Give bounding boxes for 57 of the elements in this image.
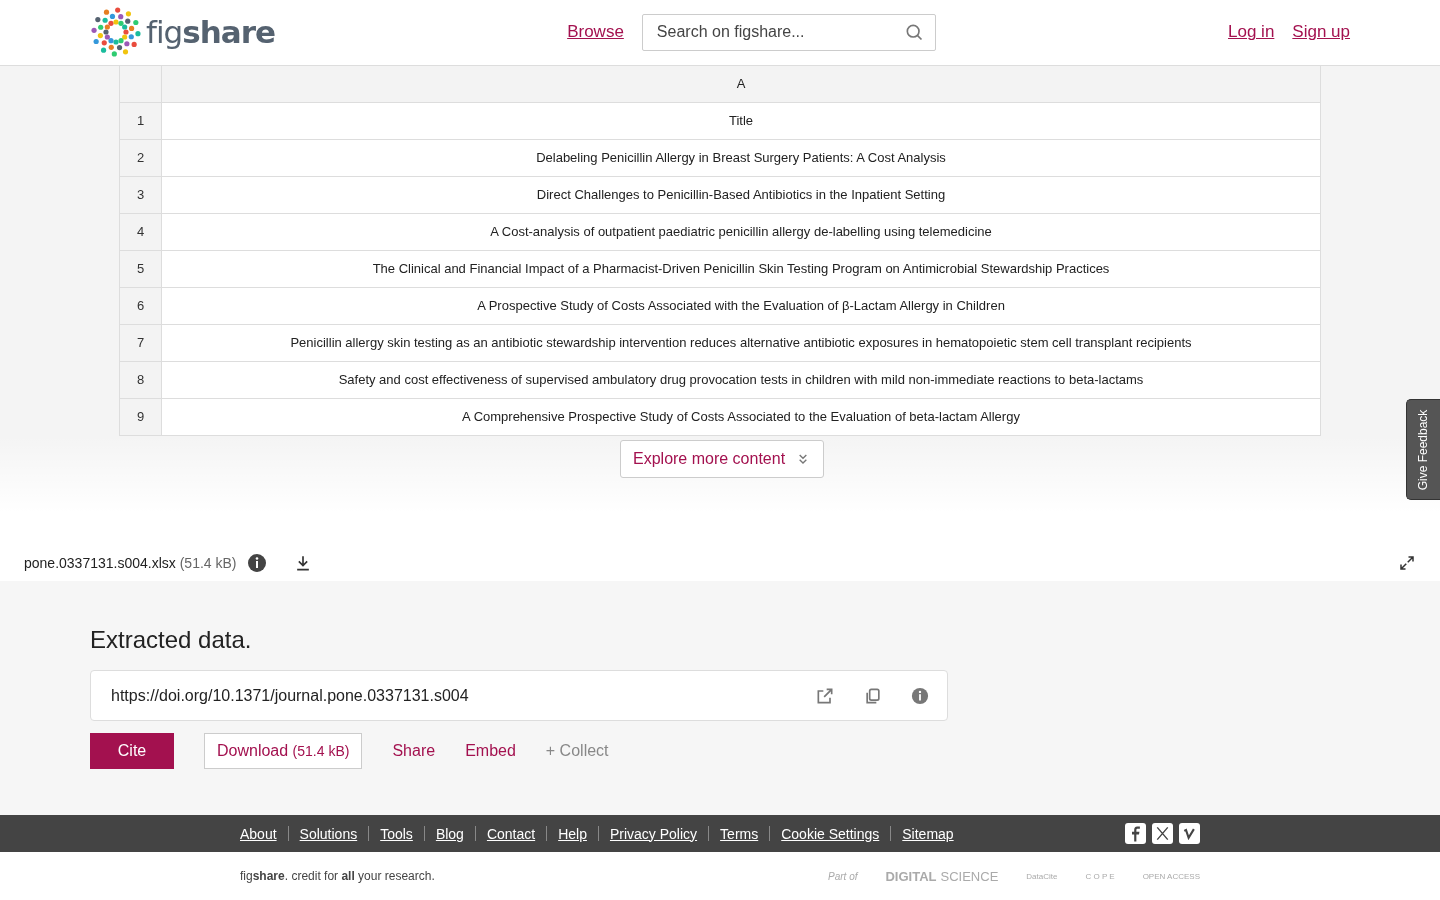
auth-link[interactable]: Sign up bbox=[1292, 22, 1350, 43]
partner-logo: C O P E bbox=[1085, 871, 1115, 881]
logo-icon bbox=[90, 6, 142, 59]
partner-logo: DataCite bbox=[1026, 871, 1058, 881]
search-field[interactable]: Search on figshare... bbox=[641, 13, 936, 51]
tagline: figshare. credit for all your research. bbox=[240, 869, 435, 883]
footer-link[interactable]: Terms bbox=[720, 825, 759, 842]
footer-link[interactable]: Contact bbox=[486, 825, 536, 842]
auth-link[interactable]: Log in bbox=[1228, 22, 1275, 43]
x-icon[interactable] bbox=[1152, 823, 1173, 845]
column-header: A bbox=[162, 65, 1320, 102]
table-cell-text: Direct Challenges to Penicillin-Based Antibiotics in the Inpatient Setting bbox=[535, 186, 947, 205]
action-link[interactable]: Embed bbox=[465, 742, 516, 761]
footer-link[interactable]: Blog bbox=[435, 825, 464, 842]
footer-link[interactable]: About bbox=[240, 825, 277, 842]
footer-link[interactable]: Tools bbox=[380, 825, 413, 842]
expand-icon[interactable] bbox=[1398, 553, 1416, 572]
table-cell-text: Safety and cost effectiveness of supervised ambulatory drug provocation tests in children with mild non-immediate reactions to beta-lactams bbox=[337, 371, 1145, 390]
action-link[interactable]: Share bbox=[392, 742, 436, 761]
partner-name: SCIENCE bbox=[940, 868, 999, 884]
footer-link[interactable]: Help bbox=[558, 825, 587, 842]
file-name: pone.0337131.s004.xlsx (51.4 kB) bbox=[24, 554, 237, 571]
facebook-icon[interactable] bbox=[1125, 823, 1146, 845]
explore-button[interactable]: Explore more content bbox=[620, 439, 825, 478]
table-cell-text: A Comprehensive Prospective Study of Costs Associated to the Evaluation of beta-lactam Allergy bbox=[461, 408, 1021, 427]
partner-name: DIGITAL bbox=[885, 868, 937, 884]
vimeo-icon[interactable] bbox=[1179, 823, 1200, 845]
footer-link[interactable]: Privacy Policy bbox=[609, 825, 698, 842]
row-number: 8 bbox=[120, 361, 162, 398]
row-number: 2 bbox=[120, 139, 162, 176]
info-icon[interactable] bbox=[246, 552, 267, 573]
row-number: 9 bbox=[120, 398, 162, 435]
feedback-tab[interactable]: Give Feedback bbox=[1406, 399, 1440, 500]
partner-logo: OPEN ACCESS bbox=[1142, 871, 1200, 881]
row-number: 7 bbox=[120, 324, 162, 361]
table-cell-text: Delabeling Penicillin Allergy in Breast Surgery Patients: A Cost Analysis bbox=[535, 149, 947, 168]
cite-button[interactable]: Cite bbox=[90, 733, 174, 770]
row-number: 5 bbox=[120, 250, 162, 287]
footer-link[interactable]: Sitemap bbox=[902, 825, 954, 842]
table-cell-text: Penicillin allergy skin testing as an antibiotic stewardship intervention reduces alternative antibiotic exposures in hematopoietic stem cell transplant recipients bbox=[289, 334, 1193, 353]
table-cell-text: A Prospective Study of Costs Associated with the Evaluation of β-Lactam Allergy in Children bbox=[476, 297, 1006, 316]
table-cell-text: Title bbox=[727, 112, 755, 131]
footer-link[interactable]: Solutions bbox=[299, 825, 358, 842]
logo-wordmark[interactable]: figshare bbox=[146, 14, 275, 51]
download-button[interactable]: Download (51.4 kB) bbox=[204, 733, 363, 770]
doi-field[interactable]: https://doi.org/10.1371/journal.pone.0337131.s004 bbox=[90, 670, 948, 722]
info-icon[interactable] bbox=[911, 686, 929, 705]
footer-link[interactable]: Cookie Settings bbox=[781, 825, 880, 842]
partner-label: Part of bbox=[828, 870, 858, 882]
row-number: 1 bbox=[120, 102, 162, 139]
row-number: 6 bbox=[120, 287, 162, 324]
row-number: 3 bbox=[120, 176, 162, 213]
item-title: Extracted data. bbox=[90, 626, 253, 655]
table-cell-text: A Cost-analysis of outpatient paediatric penicillin allergy de-labelling using telemedicine bbox=[489, 223, 993, 242]
row-number: 4 bbox=[120, 213, 162, 250]
table-cell-text: The Clinical and Financial Impact of a Pharmacist-Driven Penicillin Skin Testing Program on Antimicrobial Stewardship Practices bbox=[371, 260, 1111, 279]
browse-link[interactable]: Browse bbox=[567, 22, 624, 43]
